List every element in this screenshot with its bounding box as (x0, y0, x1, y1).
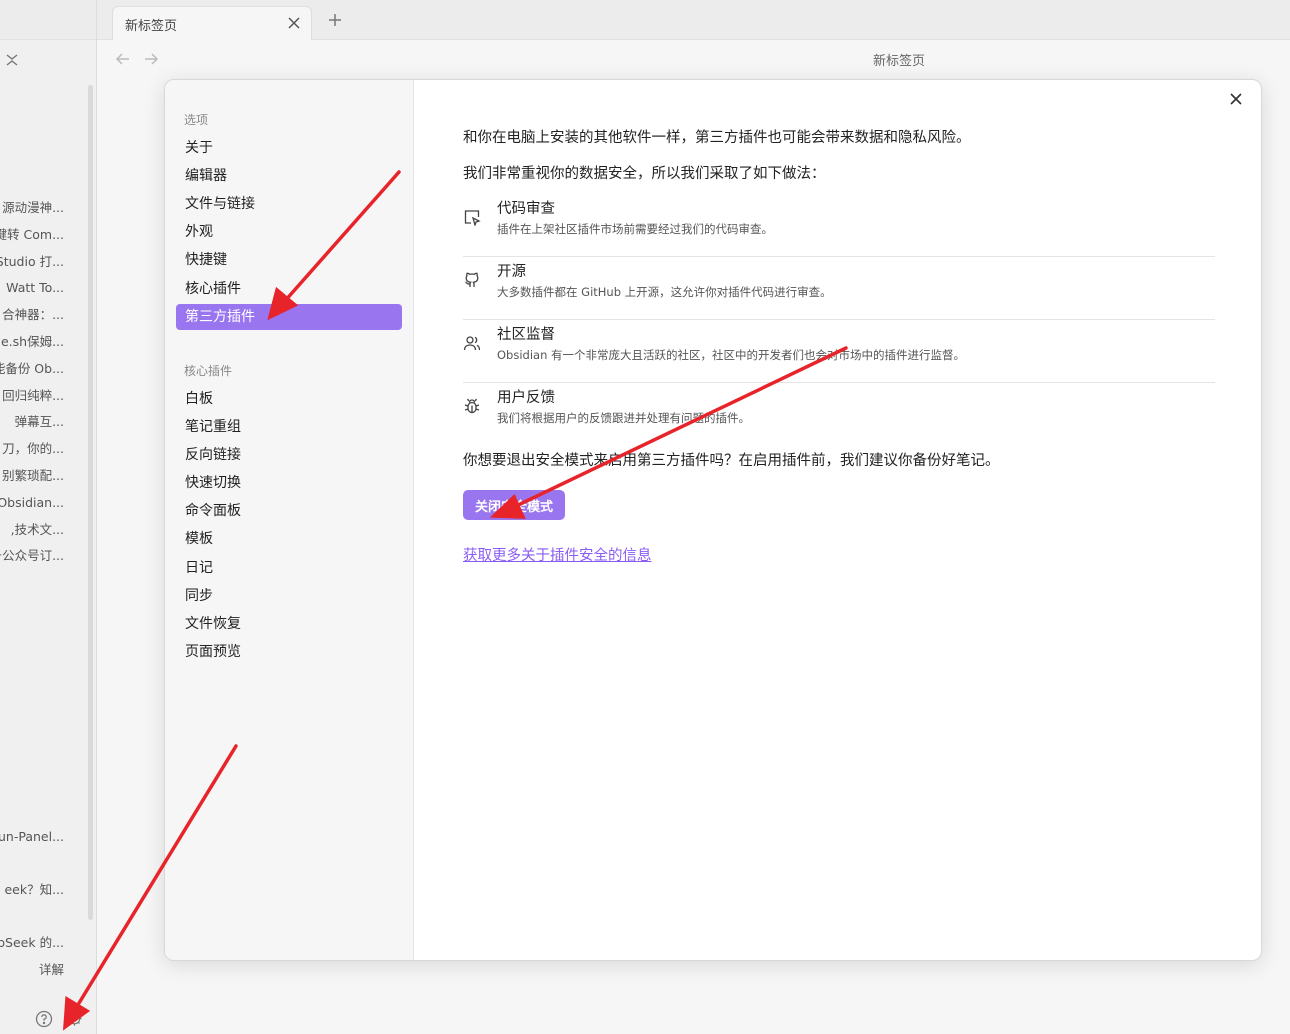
bug-icon (464, 398, 480, 414)
question-text: 你想要退出安全模式来启用第三方插件吗？在启用插件前，我们建议你备份好笔记。 (463, 453, 1000, 469)
nav-item-quick-switcher[interactable]: 快速切换 (176, 470, 402, 496)
nav-item-about[interactable]: 关于 (176, 135, 402, 161)
nav-item-note-composer[interactable]: 笔记重组 (176, 414, 402, 440)
nav-item-page-preview[interactable]: 页面预览 (176, 639, 402, 665)
plugin-security-link[interactable]: 获取更多关于插件安全的信息 (463, 544, 652, 565)
nav-item-editor[interactable]: 编辑器 (176, 163, 402, 189)
file-item[interactable]: Studio 打... (0, 249, 64, 276)
file-item[interactable]: 源动漫神... (0, 195, 64, 222)
close-tab-icon[interactable] (287, 16, 301, 30)
github-icon (465, 272, 479, 287)
file-item[interactable]: 弹幕互... (0, 409, 64, 436)
feature-title: 社区监督 (497, 327, 555, 343)
nav-item-core-plugins[interactable]: 核心插件 (176, 276, 402, 302)
tab-bar: 新标签页 (97, 0, 1290, 40)
file-item[interactable]: Obsidian... (0, 490, 64, 517)
nav-item-templates[interactable]: 模板 (176, 526, 402, 552)
nav-item-daily-notes[interactable]: 日记 (176, 555, 402, 581)
file-item[interactable]: 回归纯粹... (0, 383, 64, 410)
core-plugins-group-title: 核心插件 (184, 364, 233, 378)
users-icon (463, 336, 481, 351)
feature-desc: 我们将根据用户的反馈跟进并处理有问题的插件。 (497, 411, 750, 425)
feature-community-watch: 社区监督 Obsidian 有一个非常庞大且活跃的社区，社区中的开发者们也会对市… (463, 320, 1215, 383)
turn-off-safe-mode-button[interactable]: 关闭安全模式 (463, 490, 565, 520)
options-group-title: 选项 (184, 113, 209, 127)
file-item[interactable]: ne.sh保姆... (0, 329, 64, 356)
forward-arrow-icon[interactable] (143, 52, 159, 66)
nav-item-sync[interactable]: 同步 (176, 583, 402, 609)
file-item[interactable]: 键转 Com... (0, 222, 64, 249)
code-review-icon (464, 210, 481, 226)
file-item[interactable]: 合神器：... (0, 302, 64, 329)
file-item[interactable]: pSeek 的... (0, 930, 64, 957)
new-tab-icon[interactable] (327, 12, 343, 28)
nav-item-appearance[interactable]: 外观 (176, 219, 402, 245)
file-item[interactable]: un-Panel... (0, 824, 64, 851)
feature-title: 开源 (497, 264, 526, 280)
feature-desc: Obsidian 有一个非常庞大且活跃的社区，社区中的开发者们也会对市场中的插件… (497, 348, 966, 362)
nav-item-files-links[interactable]: 文件与链接 (176, 191, 402, 217)
view-header: 新标签页 (97, 40, 1290, 78)
back-arrow-icon[interactable] (115, 52, 131, 66)
help-icon[interactable] (35, 1010, 53, 1028)
file-explorer-header (0, 0, 96, 40)
tab-new[interactable]: 新标签页 (112, 6, 312, 40)
file-item[interactable]: 能备份 Ob... (0, 356, 64, 383)
file-item[interactable]: eek？知... (0, 877, 64, 904)
file-explorer-pane: 源动漫神... 键转 Com... Studio 打... Watt To...… (0, 0, 97, 1034)
nav-item-backlinks[interactable]: 反向链接 (176, 442, 402, 468)
nav-item-command-palette[interactable]: 命令面板 (176, 498, 402, 524)
settings-modal: 选项 关于 编辑器 文件与链接 外观 快捷键 核心插件 第三方插件 核心插件 白… (164, 79, 1262, 961)
settings-gear-icon[interactable] (66, 1010, 83, 1027)
nav-item-canvas[interactable]: 白板 (176, 386, 402, 412)
measures-intro-text: 我们非常重视你的数据安全，所以我们采取了如下做法： (463, 166, 826, 182)
collapse-all-icon[interactable] (4, 52, 20, 68)
nav-item-file-recovery[interactable]: 文件恢复 (176, 611, 402, 637)
file-item[interactable]: ,技术文... (0, 517, 64, 544)
feature-user-feedback: 用户反馈 我们将根据用户的反馈跟进并处理有问题的插件。 (463, 383, 1215, 446)
sidebar-scrollbar[interactable] (88, 85, 93, 920)
file-item[interactable]: 别繁琐配... (0, 463, 64, 490)
file-item[interactable]: 详解 (0, 957, 64, 984)
file-item[interactable]: 号公众号订... (0, 543, 64, 570)
app-window: 源动漫神... 键转 Com... Studio 打... Watt To...… (0, 0, 1290, 1034)
file-list: 源动漫神... 键转 Com... Studio 打... Watt To...… (0, 195, 64, 983)
intro-text: 和你在电脑上安装的其他软件一样，第三方插件也可能会带来数据和隐私风险。 (463, 130, 971, 146)
feature-title: 代码审查 (497, 201, 555, 217)
close-icon[interactable] (1228, 91, 1244, 107)
settings-sidebar: 选项 关于 编辑器 文件与链接 外观 快捷键 核心插件 第三方插件 核心插件 白… (165, 80, 414, 960)
feature-title: 用户反馈 (497, 390, 555, 406)
view-title: 新标签页 (873, 54, 926, 69)
feature-code-review: 代码审查 插件在上架社区插件市场前需要经过我们的代码审查。 (463, 194, 1215, 257)
nav-item-community-plugins[interactable]: 第三方插件 (176, 304, 402, 330)
feature-desc: 插件在上架社区插件市场前需要经过我们的代码审查。 (497, 222, 773, 236)
tab-title: 新标签页 (125, 19, 178, 34)
feature-desc: 大多数插件都在 GitHub 上开源，这允许你对插件代码进行审查。 (497, 285, 832, 299)
file-item[interactable]: Watt To... (0, 275, 64, 302)
file-item[interactable]: 刀，你的... (0, 436, 64, 463)
feature-open-source: 开源 大多数插件都在 GitHub 上开源，这允许你对插件代码进行审查。 (463, 257, 1215, 320)
nav-item-hotkeys[interactable]: 快捷键 (176, 247, 402, 273)
